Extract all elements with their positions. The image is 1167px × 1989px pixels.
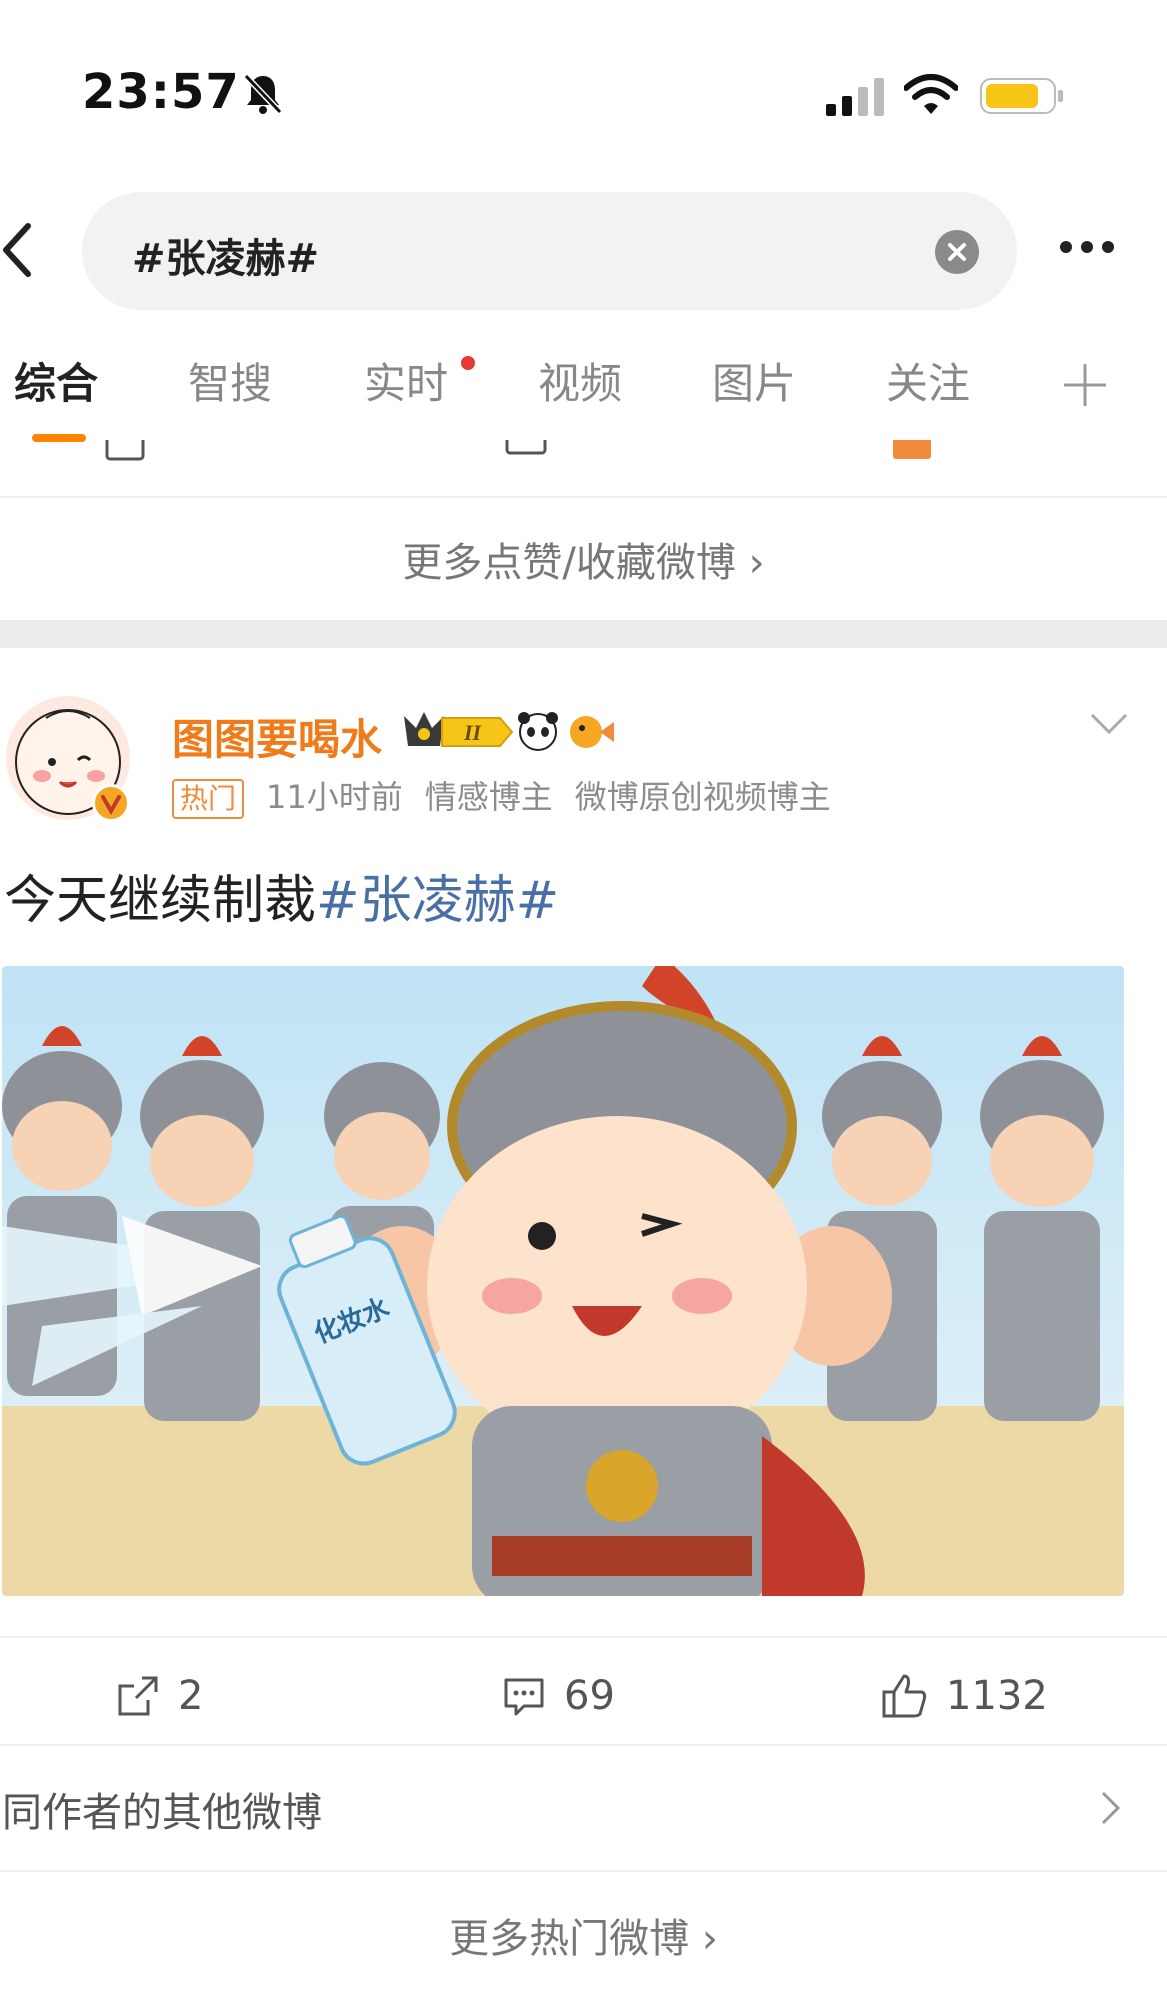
- comment-icon: [505, 440, 547, 455]
- repost-icon: [105, 440, 145, 461]
- dot-icon: [1102, 241, 1114, 253]
- repost-button[interactable]: 2: [116, 1666, 203, 1726]
- tab-comprehensive[interactable]: 综合: [14, 350, 98, 411]
- username[interactable]: 图图要喝水: [172, 706, 382, 767]
- repost-count: 2: [178, 1673, 204, 1719]
- post-text: 今天继续制裁#张凌赫#: [4, 858, 559, 933]
- user-badges: II: [404, 712, 614, 751]
- like-count: 1132: [946, 1673, 1048, 1719]
- clock-time: 23:57: [82, 64, 240, 120]
- hot-tag: 热门: [172, 779, 245, 819]
- divider: [0, 496, 1167, 498]
- more-hot-posts-link[interactable]: 更多热门微博 ›: [0, 1906, 1167, 1964]
- search-input[interactable]: #张凌赫#: [82, 192, 1017, 310]
- battery-icon: [980, 78, 1063, 114]
- chevron-down-icon[interactable]: [1090, 712, 1128, 736]
- cartoon-warrior-illustration: 化妆水: [2, 966, 1124, 1596]
- section-separator: [0, 620, 1167, 648]
- notification-dot: [461, 356, 475, 370]
- post-actions: 2 69 1132: [0, 1636, 1167, 1756]
- status-bar: 23:57: [0, 0, 1167, 190]
- dot-icon: [1060, 241, 1072, 253]
- like-button[interactable]: 1132: [880, 1666, 1048, 1726]
- other-posts-by-author-link[interactable]: 同作者的其他微博: [2, 1780, 322, 1838]
- more-liked-favorited-link[interactable]: 更多点赞/收藏微博 ›: [0, 530, 1167, 588]
- panda-icon: [518, 712, 558, 751]
- pufferfish-icon: [570, 716, 614, 748]
- comment-button[interactable]: 69: [502, 1666, 615, 1726]
- back-arrow-icon[interactable]: [0, 220, 40, 280]
- like-icon: [893, 440, 931, 459]
- post-text-body: 今天继续制裁: [4, 871, 317, 931]
- wifi-icon: [904, 74, 958, 114]
- verified-badge-icon: [92, 784, 130, 822]
- previous-post-actions: [0, 440, 1167, 464]
- cellular-signal-icon: [826, 78, 884, 116]
- svg-text:II: II: [463, 720, 483, 745]
- chevron-right-icon[interactable]: [1100, 1790, 1122, 1826]
- search-query: #张凌赫#: [132, 236, 320, 282]
- tab-smart-search[interactable]: 智搜: [188, 350, 272, 411]
- user-category: 微博原创视频博主: [574, 778, 831, 816]
- comment-count: 69: [564, 1673, 615, 1719]
- check-v-icon: [101, 795, 121, 816]
- post-image[interactable]: 化妆水: [2, 966, 1124, 1596]
- thumbs-up-icon: [882, 1674, 927, 1718]
- add-tab-icon[interactable]: [1062, 362, 1108, 408]
- close-icon: [948, 243, 966, 261]
- user-category: 情感博主: [424, 778, 553, 816]
- post-meta: 热门 11小时前 情感博主 微博原创视频博主: [172, 772, 853, 819]
- tab-video[interactable]: 视频: [538, 350, 622, 411]
- tab-bar: 综合 智搜 实时 视频 图片 关注: [0, 350, 1167, 442]
- post-time: 11小时前: [266, 778, 403, 816]
- hashtag-link[interactable]: #张凌赫#: [316, 871, 559, 931]
- tab-following[interactable]: 关注: [886, 350, 970, 411]
- repost-icon: [118, 1676, 158, 1716]
- crown-level-badge-icon: II: [404, 712, 514, 747]
- dot-icon: [1081, 241, 1093, 253]
- clear-search-button[interactable]: [935, 230, 979, 274]
- tab-realtime[interactable]: 实时: [364, 350, 448, 411]
- comment-icon: [504, 1678, 544, 1716]
- divider: [0, 1744, 1167, 1746]
- divider: [0, 1870, 1167, 1872]
- more-options-button[interactable]: [1060, 238, 1126, 260]
- bell-muted-icon: [243, 73, 283, 115]
- tab-images[interactable]: 图片: [712, 350, 796, 411]
